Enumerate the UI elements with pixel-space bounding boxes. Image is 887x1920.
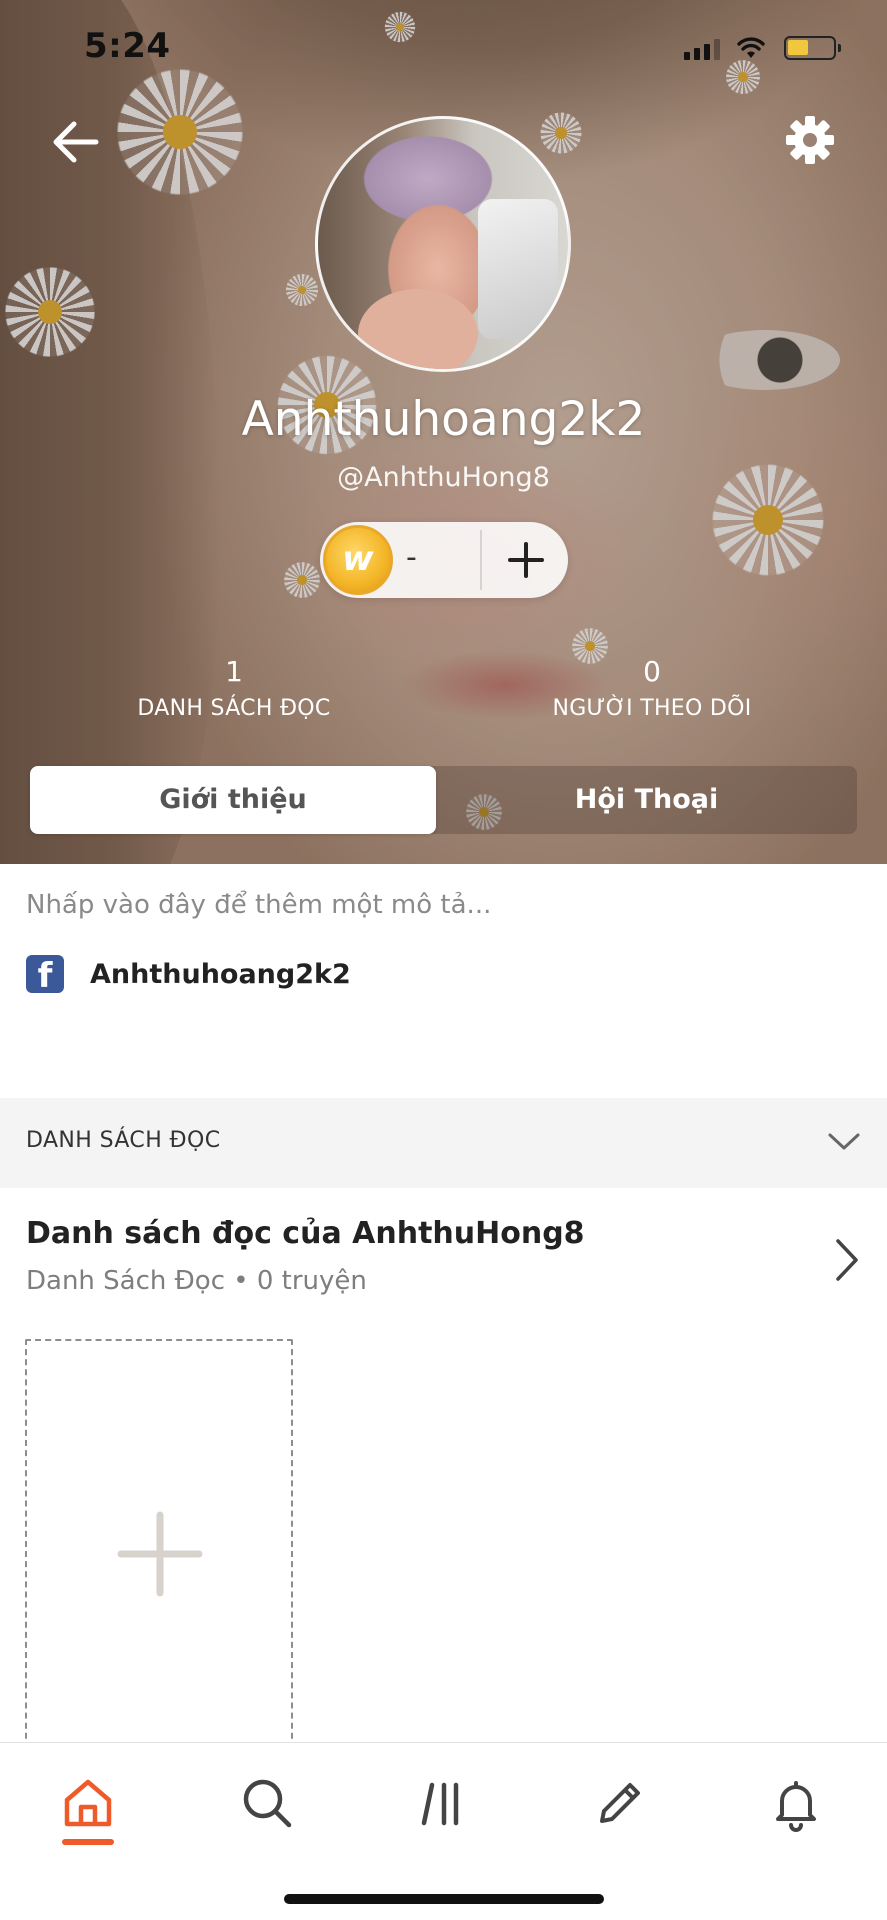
reading-list-title[interactable]: Danh sách đọc của AnhthuHong8 [26,1216,585,1251]
chevron-down-icon [828,1133,860,1150]
stat-value: 1 [225,655,243,688]
bell-icon[interactable] [766,1773,826,1833]
reading-list-subtitle: Danh Sách Đọc • 0 truyện [26,1266,367,1296]
profile-handle: @AnhthuHong8 [337,462,550,493]
stat-label: DANH SÁCH ĐỌC [137,696,331,721]
facebook-name: Anhthuhoang2k2 [90,958,351,990]
gear-icon[interactable] [782,112,838,168]
coin-count: - [406,540,417,575]
facebook-icon: f [26,955,64,993]
chevron-right-icon[interactable] [832,1236,862,1284]
section-title: DANH SÁCH ĐỌC [26,1128,221,1153]
active-tab-indicator [62,1839,114,1845]
home-icon[interactable] [58,1773,118,1833]
library-icon[interactable] [414,1773,474,1833]
status-time: 5:24 [84,26,171,66]
add-description-prompt[interactable]: Nhấp vào đây để thêm một mô tả... [26,890,491,920]
profile-tabs: Giới thiệu Hội Thoại [30,766,857,834]
tab-about[interactable]: Giới thiệu [30,766,436,834]
add-story-card[interactable] [25,1339,293,1759]
home-indicator [284,1894,604,1904]
stat-label: NGƯỜI THEO DÕI [552,696,752,721]
reading-lists-section-header[interactable]: DANH SÁCH ĐỌC [0,1098,887,1188]
pencil-icon[interactable] [590,1773,650,1833]
tab-conversations[interactable]: Hội Thoại [436,766,857,834]
avatar[interactable] [315,116,571,372]
profile-screen: 5:24 Anhthuhoang2k2 @AnhthuHong8 w - 1 D… [0,0,887,1920]
wattpad-coin-icon: w [323,525,393,595]
facebook-link[interactable]: f Anhthuhoang2k2 [26,954,351,994]
battery-icon [784,36,841,60]
cellular-signal-icon [684,38,720,60]
add-coins-button[interactable] [496,530,556,590]
stat-reading-lists[interactable]: 1 DANH SÁCH ĐỌC [84,655,384,721]
wifi-icon [737,37,765,58]
profile-cover-image: 5:24 Anhthuhoang2k2 @AnhthuHong8 w - 1 D… [0,0,887,864]
search-icon[interactable] [237,1773,297,1833]
coin-balance-pill[interactable]: w - [320,522,568,598]
stat-value: 0 [643,655,661,688]
plus-icon [117,1511,203,1597]
profile-display-name: Anhthuhoang2k2 [241,392,646,447]
stat-followers[interactable]: 0 NGƯỜI THEO DÕI [502,655,802,721]
back-arrow-icon[interactable] [48,112,108,172]
